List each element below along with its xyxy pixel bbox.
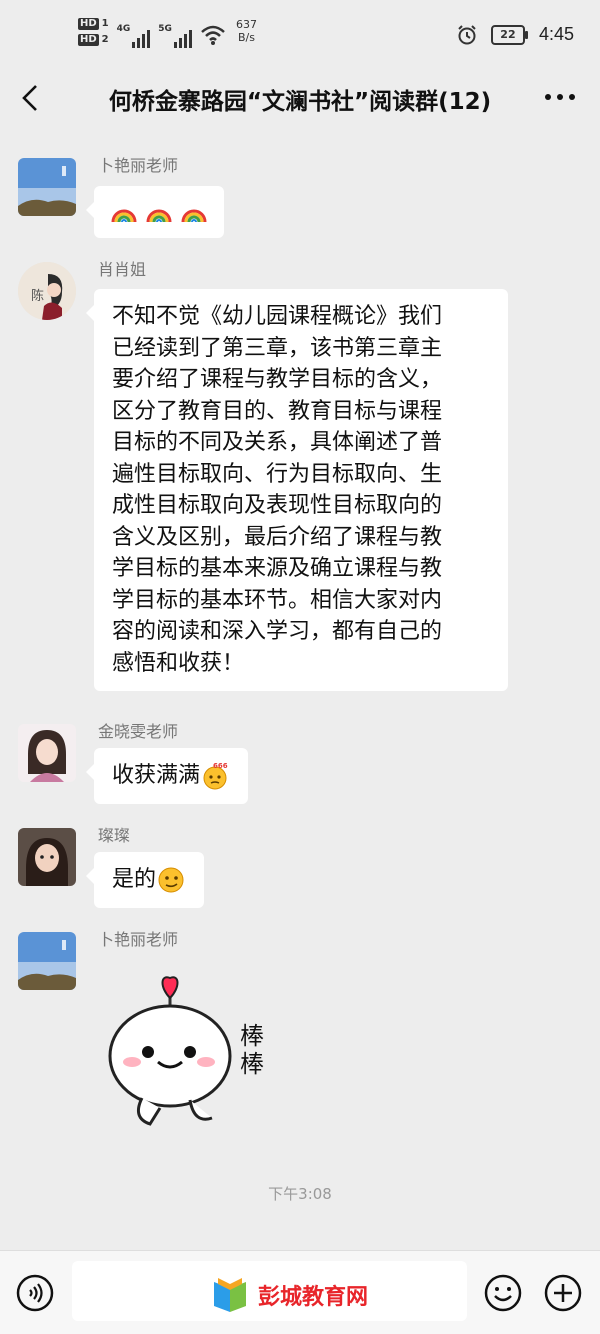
- avatar[interactable]: [18, 724, 76, 782]
- message-line: 要介绍了课程与教学目标的含义，: [112, 367, 443, 392]
- message: 卜艳丽老师: [18, 156, 578, 238]
- message-line: 容的阅读和深入学习，都有自己的: [112, 619, 443, 644]
- avatar[interactable]: 陈: [18, 262, 76, 320]
- rainbow-icon: [111, 209, 137, 223]
- sticker-text-line1: 棒: [240, 1022, 264, 1050]
- avatar[interactable]: [18, 158, 76, 216]
- message-line: 学目标的基本环节。相信大家对内: [112, 587, 443, 613]
- message-bubble[interactable]: 收获满满 666: [85, 748, 249, 804]
- book-logo-icon: 彭城教育网: [214, 1278, 368, 1312]
- sender-name: 肖肖姐: [98, 260, 147, 279]
- message-line: 目标的不同及关系，具体阐述了普: [112, 430, 443, 455]
- message-line: 学目标的基本来源及确立课程与教: [112, 556, 443, 581]
- timestamp-label: 下午3:08: [268, 1185, 332, 1203]
- voice-input-icon[interactable]: [15, 1273, 55, 1313]
- message-line: 区分了教育目的、教育目标与课程: [112, 398, 443, 424]
- hd2-indicator: HD 2: [78, 34, 109, 46]
- message: 卜艳丽老师 棒 棒: [18, 930, 578, 1142]
- emoji-picker-icon[interactable]: [483, 1273, 523, 1313]
- sticker-text-line2: 棒: [240, 1050, 264, 1078]
- message: 璨璨 是的: [18, 826, 578, 918]
- rainbow-icon: [146, 209, 172, 223]
- network-speed: 637 B/s: [235, 18, 257, 44]
- message-bubble[interactable]: 不知不觉《幼儿园课程概论》我们 已经读到了第三章，该书第三章主 要介绍了课程与教…: [86, 289, 508, 691]
- sender-name: 金晓雯老师: [98, 722, 179, 741]
- sender-name: 卜艳丽老师: [98, 930, 179, 949]
- message-line: 感悟和收获！: [112, 650, 245, 676]
- status-time: 4:45: [538, 24, 574, 44]
- sender-name: 璨璨: [98, 826, 131, 845]
- message-bubble[interactable]: 是的: [85, 852, 205, 908]
- svg-text:陈: 陈: [31, 288, 44, 304]
- avatar[interactable]: [18, 932, 76, 990]
- watermark-text: 彭城教育网: [258, 1284, 368, 1310]
- more-options-icon[interactable]: [542, 84, 578, 110]
- alarm-icon: [458, 24, 476, 44]
- message-line: 含义及区别，最后介绍了课程与教: [112, 524, 443, 550]
- message-bubble[interactable]: [86, 186, 224, 238]
- hd1-indicator: HD 1: [78, 18, 109, 30]
- wifi-icon: [201, 25, 225, 45]
- message: 金晓雯老师 收获满满 666: [18, 722, 578, 814]
- message-text: 是的: [112, 867, 157, 892]
- message-line: 不知不觉《幼儿园课程概论》我们: [112, 304, 443, 329]
- chat-title: 何桥金寨路园“文澜书社”阅读群(12): [108, 89, 492, 115]
- message-text: 收获满满: [112, 763, 201, 788]
- message-line: 成性目标取向及表现性目标取向的: [112, 493, 443, 518]
- message-line: 遍性目标取向、行为目标取向、生: [112, 461, 443, 487]
- message: 陈 肖肖姐 不知不觉《幼儿园课程概论》我们 已经读到了第三章，该书第三章主 要介…: [18, 260, 578, 707]
- status-bar: HD 1 HD 2 4G 5G 637 B/s 22 4:45: [0, 0, 600, 72]
- signal-5g-icon: 5G: [158, 24, 192, 48]
- svg-text:666: 666: [213, 762, 228, 770]
- chat-header: 何桥金寨路园“文澜书社”阅读群(12): [0, 72, 600, 124]
- avatar[interactable]: [18, 828, 76, 886]
- battery-icon: 22: [490, 24, 528, 45]
- watermark-logo: 彭城教育网: [210, 1274, 400, 1316]
- plus-icon[interactable]: [543, 1273, 583, 1313]
- thinking-666-emoji-icon: 666: [203, 762, 228, 790]
- sender-name: 卜艳丽老师: [98, 156, 179, 175]
- rainbow-icon: [181, 209, 207, 223]
- sticker-image[interactable]: 棒 棒: [102, 968, 292, 1138]
- signal-4g-icon: 4G: [117, 24, 151, 48]
- smirk-emoji-icon: [158, 867, 184, 893]
- message-line: 已经读到了第三章，该书第三章主: [112, 335, 443, 361]
